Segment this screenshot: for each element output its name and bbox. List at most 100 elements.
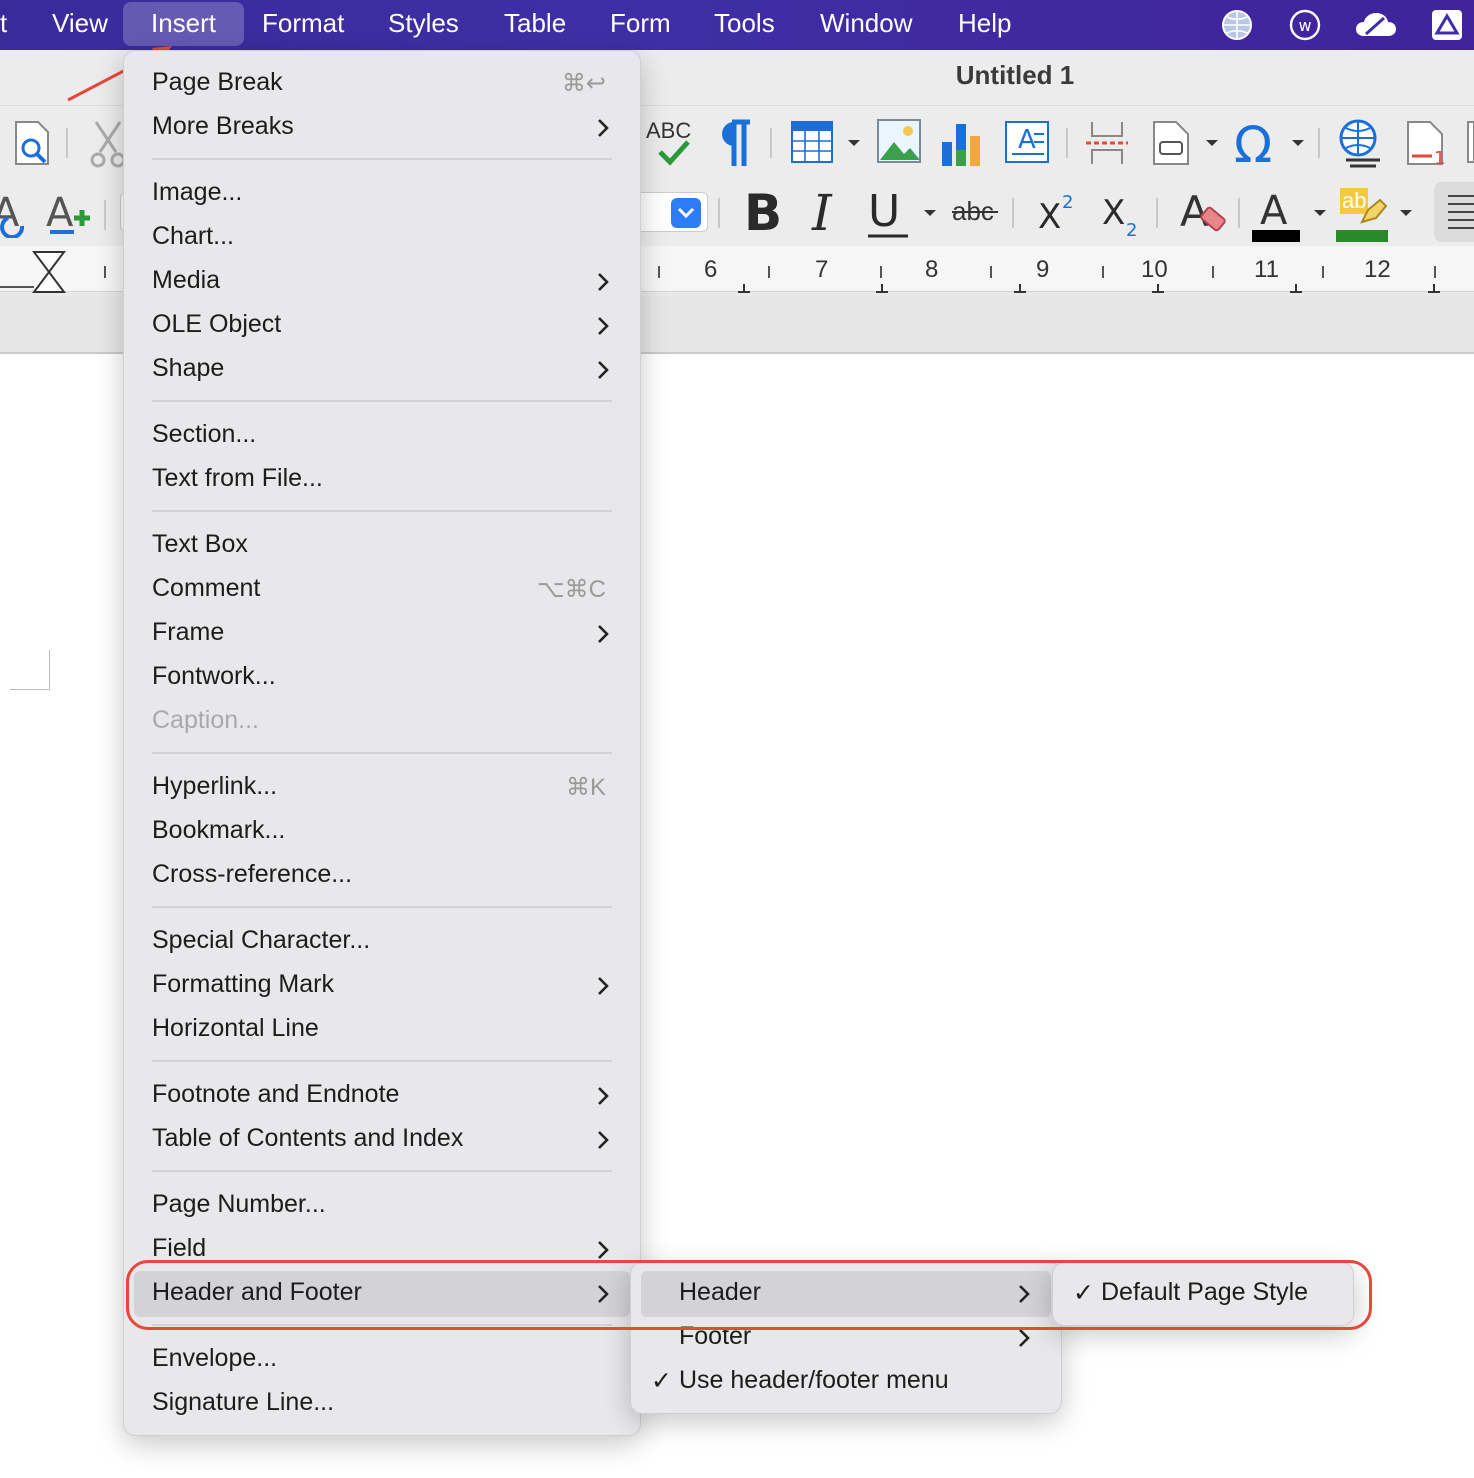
menu-item-comment[interactable]: Comment ⌥⌘C — [124, 568, 640, 612]
drive-icon[interactable] — [1430, 8, 1464, 42]
menu-item-footnote-and-endnote[interactable]: Footnote and Endnote — [124, 1074, 640, 1118]
menu-item-cross-reference[interactable]: Cross-reference... — [124, 854, 640, 898]
menu-separator — [152, 906, 612, 908]
menu-format[interactable]: Format — [250, 0, 356, 46]
menu-item-use-header-footer-menu[interactable]: ✓ Use header/footer menu — [631, 1360, 1061, 1404]
ruler-number: 8 — [925, 256, 939, 283]
menu-item-text-from-file[interactable]: Text from File... — [124, 458, 640, 502]
insert-menu: Page Break ⌘↩ More Breaks Image... Chart… — [123, 50, 641, 1436]
chevron-right-icon — [1019, 1285, 1030, 1303]
menu-item-hyperlink[interactable]: Hyperlink... ⌘K — [124, 766, 640, 810]
menu-tools[interactable]: Tools — [702, 0, 787, 46]
insert-footnote-icon[interactable]: 1 — [1404, 120, 1448, 166]
subscript-icon[interactable]: X 2 — [1100, 188, 1144, 238]
toolbar-separator — [1238, 198, 1240, 228]
font-size-box[interactable] — [640, 192, 708, 232]
menu-item-field[interactable]: Field — [124, 1228, 640, 1272]
chevron-down-icon[interactable] — [922, 208, 938, 218]
clear-formatting-icon[interactable]: A — [1178, 186, 1228, 240]
align-left-button[interactable] — [1434, 182, 1474, 242]
menu-item-section[interactable]: Section... — [124, 414, 640, 458]
menu-item-text-box[interactable]: Text Box — [124, 524, 640, 568]
menu-table[interactable]: Table — [492, 0, 578, 46]
align-left-icon — [1448, 195, 1474, 229]
strikethrough-icon[interactable]: abc — [952, 192, 1002, 232]
menu-item-signature-line[interactable]: Signature Line... — [124, 1382, 640, 1426]
w-circle-icon[interactable]: w — [1288, 8, 1322, 42]
chevron-down-icon[interactable] — [846, 138, 862, 148]
insert-text-box-icon[interactable]: A — [1004, 120, 1050, 164]
highlight-color-icon[interactable]: ab — [1336, 186, 1388, 244]
checkmark-icon: ✓ — [651, 1367, 672, 1395]
menu-item-footer[interactable]: Footer — [631, 1316, 1061, 1360]
chevron-right-icon — [1019, 1329, 1030, 1347]
menu-item-default-page-style[interactable]: ✓ Default Page Style — [1053, 1272, 1353, 1316]
ruler-tick — [1102, 266, 1104, 278]
cloud-icon[interactable] — [1354, 8, 1398, 42]
dropdown-button-icon[interactable] — [671, 198, 701, 228]
toolbar-separator — [1318, 128, 1320, 158]
insert-image-icon[interactable] — [876, 118, 922, 164]
menu-item-frame[interactable]: Frame — [124, 612, 640, 656]
menu-item-header[interactable]: Header — [631, 1271, 1061, 1317]
menu-item-special-character[interactable]: Special Character... — [124, 920, 640, 964]
menu-item-formatting-mark[interactable]: Formatting Mark — [124, 964, 640, 1008]
menu-window[interactable]: Window — [808, 0, 924, 46]
menu-item-envelope[interactable]: Envelope... — [124, 1338, 640, 1382]
ruler-number: 7 — [815, 256, 829, 283]
insert-chart-icon[interactable] — [940, 120, 984, 166]
special-character-icon[interactable]: Ω — [1232, 120, 1280, 166]
svg-text:Ω: Ω — [1234, 120, 1272, 166]
menu-item-ole-object[interactable]: OLE Object — [124, 304, 640, 348]
new-style-icon[interactable]: A — [44, 186, 92, 238]
menu-item-page-number[interactable]: Page Number... — [124, 1184, 640, 1228]
tab-stop-markers[interactable] — [736, 282, 1448, 294]
menu-item-header-and-footer[interactable]: Header and Footer — [124, 1271, 640, 1317]
indent-marker-icon[interactable] — [32, 250, 66, 294]
superscript-icon[interactable]: X 2 — [1036, 188, 1080, 234]
svg-text:X: X — [1102, 193, 1125, 233]
menu-item-table-of-contents[interactable]: Table of Contents and Index — [124, 1118, 640, 1162]
italic-icon[interactable]: I — [808, 186, 844, 238]
insert-hyperlink-icon[interactable] — [1336, 118, 1384, 168]
chevron-down-icon[interactable] — [1312, 208, 1328, 218]
chevron-down-icon[interactable] — [1290, 138, 1306, 148]
menu-item-image[interactable]: Image... — [124, 172, 640, 216]
insert-comment-icon[interactable] — [1464, 120, 1474, 166]
menu-item-media[interactable]: Media — [124, 260, 640, 304]
menu-item-more-breaks[interactable]: More Breaks — [124, 106, 640, 150]
bold-icon[interactable]: B — [742, 186, 784, 238]
menu-styles[interactable]: Styles — [376, 0, 471, 46]
print-preview-icon[interactable] — [12, 120, 52, 166]
menu-item-bookmark[interactable]: Bookmark... — [124, 810, 640, 854]
spellcheck-icon[interactable]: ABC — [646, 114, 698, 170]
toolbar-separator — [718, 198, 720, 228]
chevron-down-icon[interactable] — [1204, 138, 1220, 148]
header-page-style-submenu: ✓ Default Page Style — [1052, 1262, 1354, 1326]
menu-item-chart[interactable]: Chart... — [124, 216, 640, 260]
update-style-icon[interactable]: A — [0, 188, 32, 238]
menu-bar: t View Insert Format Styles Table Form T… — [0, 0, 1474, 50]
menu-edit[interactable]: t — [0, 0, 19, 46]
menu-help[interactable]: Help — [946, 0, 1023, 46]
menu-item-shape[interactable]: Shape — [124, 348, 640, 392]
cut-icon[interactable] — [88, 118, 128, 172]
menu-item-fontwork[interactable]: Fontwork... — [124, 656, 640, 700]
underline-icon[interactable]: U — [866, 186, 912, 240]
menu-item-horizontal-line[interactable]: Horizontal Line — [124, 1008, 640, 1052]
shortcut-label: ⌘↩ — [561, 70, 606, 97]
menu-form[interactable]: Form — [598, 0, 683, 46]
svg-text:2: 2 — [1126, 220, 1137, 238]
globe-icon[interactable] — [1220, 8, 1254, 42]
insert-page-break-icon[interactable] — [1084, 120, 1130, 166]
formatting-marks-icon[interactable] — [716, 118, 752, 168]
chevron-right-icon — [598, 119, 609, 137]
chevron-down-icon[interactable] — [1398, 208, 1414, 218]
menu-item-page-break[interactable]: Page Break ⌘↩ — [124, 62, 640, 106]
insert-table-icon[interactable] — [790, 120, 834, 164]
insert-field-icon[interactable] — [1150, 120, 1192, 166]
font-color-icon[interactable]: A — [1250, 186, 1302, 244]
svg-text:2: 2 — [1062, 192, 1073, 213]
shortcut-label: ⌘K — [565, 774, 606, 801]
menu-separator — [152, 400, 612, 402]
